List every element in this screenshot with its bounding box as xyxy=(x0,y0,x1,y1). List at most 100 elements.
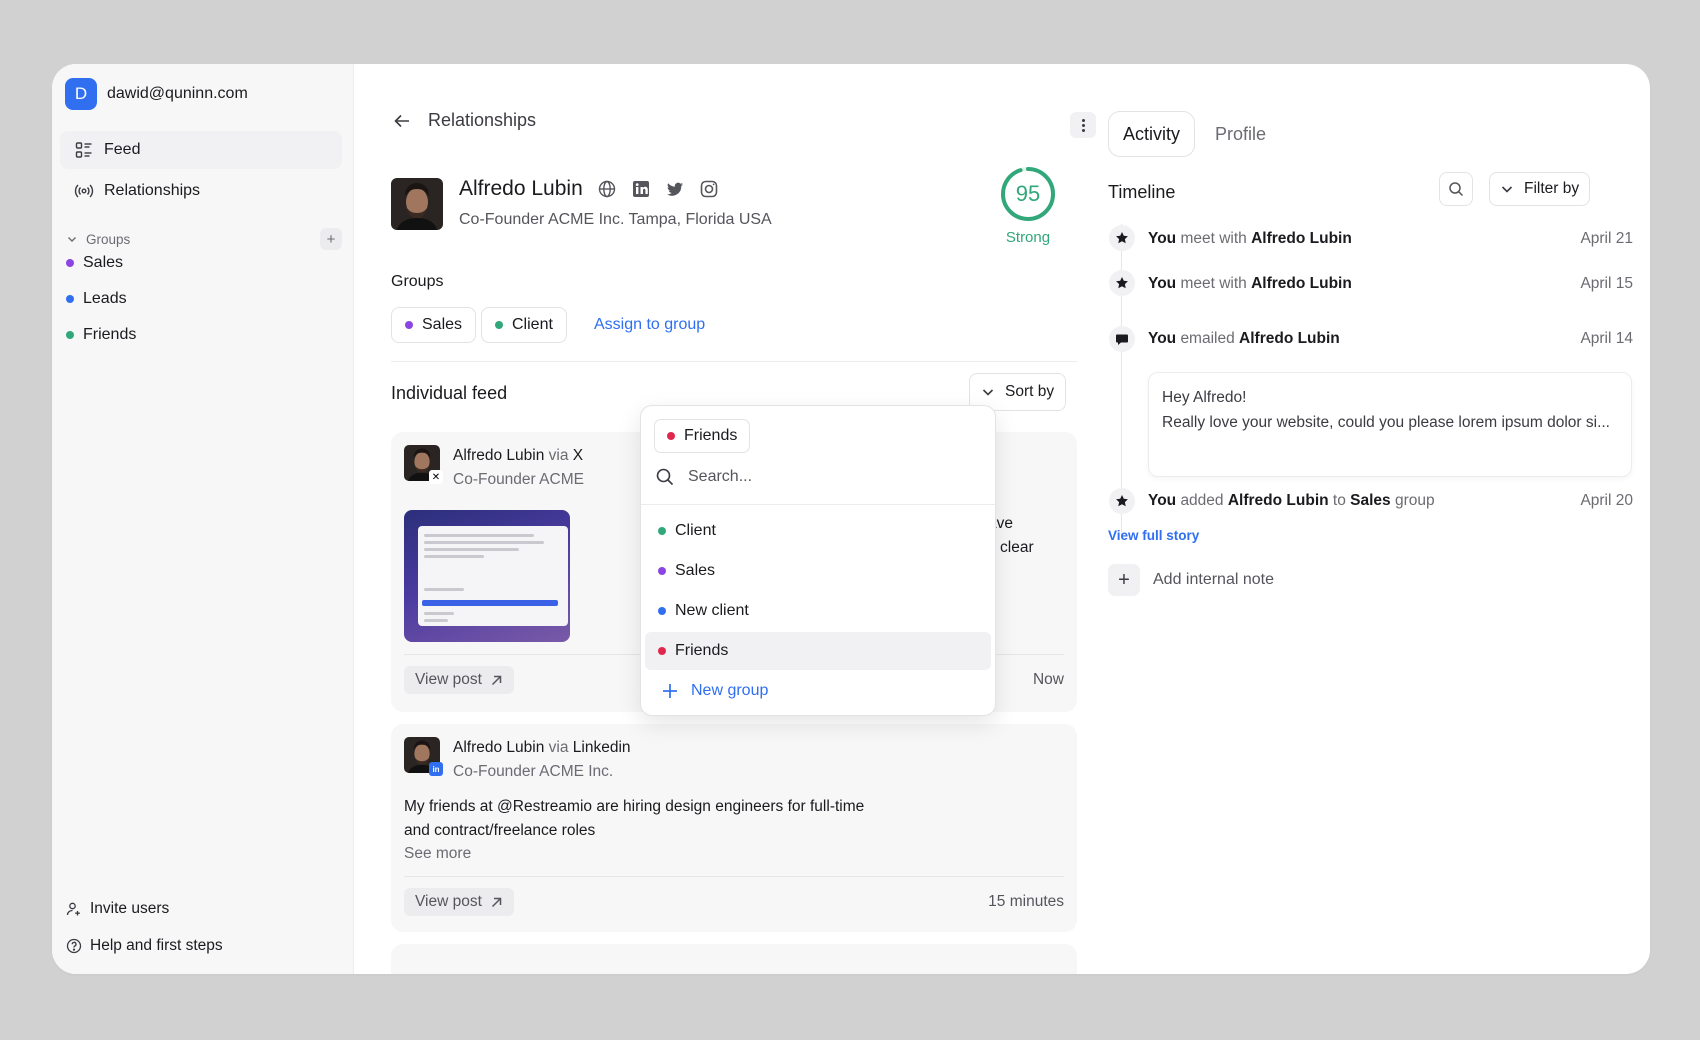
group-option-client[interactable]: Client xyxy=(645,512,991,550)
post-text: My friends at @Restreamio are hiring des… xyxy=(404,798,865,839)
dropdown-divider xyxy=(641,504,995,505)
instagram-icon[interactable] xyxy=(699,179,719,199)
new-group-label: New group xyxy=(691,682,769,699)
post-author-line: Alfredo Lubin via X xyxy=(453,447,583,465)
star-icon xyxy=(1109,225,1135,251)
contact-name: Alfredo Lubin xyxy=(459,177,583,200)
timeline-search-button[interactable] xyxy=(1439,172,1473,206)
feed-icon xyxy=(75,142,92,158)
group-color-dot xyxy=(66,331,74,339)
add-group-button[interactable]: + xyxy=(320,228,342,250)
broadcast-icon xyxy=(74,184,94,198)
post-divider xyxy=(404,876,1064,877)
invite-users-label: Invite users xyxy=(90,900,170,917)
sidebar-group-label: Sales xyxy=(83,254,124,271)
feed-title: Individual feed xyxy=(391,383,508,403)
account-switcher[interactable]: D dawid@quninn.com xyxy=(65,78,248,110)
post-image[interactable] xyxy=(404,510,570,642)
timeline-date: April 14 xyxy=(1580,330,1633,347)
page-header: Relationships xyxy=(392,110,536,131)
sidebar-group-sales[interactable]: Sales xyxy=(66,254,123,272)
view-post-label: View post xyxy=(415,893,482,910)
feed-post: in Alfredo Lubin via Linkedin Co-Founder… xyxy=(391,724,1077,932)
group-option-sales[interactable]: Sales xyxy=(645,552,991,590)
group-option-friends[interactable]: Friends xyxy=(645,632,991,670)
group-option-label: Client xyxy=(675,522,716,539)
group-search xyxy=(655,467,975,487)
linkedin-badge-icon: in xyxy=(429,762,443,776)
filter-by-button[interactable]: Filter by xyxy=(1489,172,1591,206)
group-color-dot xyxy=(658,567,666,575)
user-plus-icon xyxy=(66,902,80,916)
account-email: dawid@quninn.com xyxy=(107,85,248,102)
nav-feed[interactable]: Feed xyxy=(60,131,342,169)
group-search-input[interactable] xyxy=(688,468,948,486)
filter-by-label: Filter by xyxy=(1524,180,1580,197)
post-source: X xyxy=(572,447,584,464)
nav-feed-label: Feed xyxy=(104,141,141,158)
post-author-subtitle: Co-Founder ACME xyxy=(453,471,584,488)
selected-group-label: Friends xyxy=(684,427,738,444)
group-color-dot xyxy=(405,321,413,329)
nav-relationships[interactable]: Relationships xyxy=(60,172,342,210)
new-group-button[interactable]: New group xyxy=(661,682,768,700)
post-author-avatar: ✕ xyxy=(404,445,443,484)
see-more-link[interactable]: See more xyxy=(404,845,471,863)
post-author-line: Alfredo Lubin via Linkedin xyxy=(453,739,631,757)
group-chip-label: Client xyxy=(512,316,553,333)
contact-subtitle: Co-Founder ACME Inc. Tampa, Florida USA xyxy=(459,211,772,228)
group-color-dot xyxy=(667,432,675,440)
post-via: via xyxy=(548,739,569,756)
selected-group-chip[interactable]: Friends xyxy=(654,419,751,453)
timeline-date: April 15 xyxy=(1580,275,1633,292)
tab-activity[interactable]: Activity xyxy=(1108,111,1196,157)
account-avatar: D xyxy=(65,78,97,110)
groups-toggle[interactable]: Groups xyxy=(66,232,130,247)
group-chip-client[interactable]: Client xyxy=(481,307,567,343)
assign-group-dropdown: Friends Client Sales New client Friends … xyxy=(640,405,996,716)
post-time: Now xyxy=(1032,671,1064,688)
help-label: Help and first steps xyxy=(90,937,223,954)
x-logo-icon: ✕ xyxy=(429,470,443,484)
add-internal-note[interactable]: + Add internal note xyxy=(1108,564,1274,596)
sidebar-group-leads[interactable]: Leads xyxy=(66,290,127,308)
feed-post xyxy=(391,944,1077,974)
search-icon xyxy=(656,468,674,486)
help-link[interactable]: Help and first steps xyxy=(66,937,223,955)
group-option-new-client[interactable]: New client xyxy=(645,592,991,630)
message-icon xyxy=(1109,326,1135,352)
sidebar-group-friends[interactable]: Friends xyxy=(66,326,136,344)
post-author-name: Alfredo Lubin xyxy=(453,447,545,464)
assign-to-group-link[interactable]: Assign to group xyxy=(594,316,705,334)
email-preview-card[interactable]: Hey Alfredo! Really love your website, c… xyxy=(1148,372,1632,477)
group-color-dot xyxy=(66,259,74,267)
star-icon xyxy=(1109,270,1135,296)
chevron-down-icon xyxy=(1501,186,1513,193)
group-chip-sales[interactable]: Sales xyxy=(391,307,477,343)
invite-users-link[interactable]: Invite users xyxy=(66,900,169,918)
view-full-story-link[interactable]: View full story xyxy=(1108,528,1199,543)
arrow-up-right-icon xyxy=(491,675,502,685)
plus-icon: + xyxy=(326,230,336,248)
section-divider xyxy=(391,361,1077,362)
back-arrow-icon[interactable] xyxy=(392,111,412,131)
post-source: Linkedin xyxy=(572,739,631,756)
view-post-button[interactable]: View post xyxy=(404,888,514,916)
sidebar-group-label: Leads xyxy=(83,290,127,307)
right-panel: Activity Profile Timeline Filter by You … xyxy=(1076,64,1650,974)
group-color-dot xyxy=(66,295,74,303)
arrow-up-right-icon xyxy=(491,897,502,907)
chevron-down-icon xyxy=(982,389,994,396)
timeline-date: April 21 xyxy=(1580,230,1633,247)
view-post-button[interactable]: View post xyxy=(404,666,514,694)
contact-name-row: Alfredo Lubin xyxy=(459,177,719,201)
right-tabs: Activity Profile xyxy=(1108,111,1280,157)
twitter-icon[interactable] xyxy=(665,179,685,199)
score-value: 95 xyxy=(1015,181,1041,206)
website-icon[interactable] xyxy=(597,179,617,199)
group-color-dot xyxy=(495,321,503,329)
view-post-label: View post xyxy=(415,671,482,688)
email-body: Really love your website, could you plea… xyxy=(1162,414,1610,431)
linkedin-icon[interactable] xyxy=(631,179,651,199)
tab-profile[interactable]: Profile xyxy=(1201,111,1280,157)
